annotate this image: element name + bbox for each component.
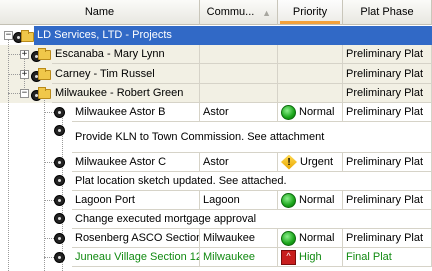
- expand-group-toggle[interactable]: +: [20, 70, 29, 79]
- project-community: Astor: [203, 156, 229, 168]
- folder-icon: [38, 87, 51, 99]
- column-header-name[interactable]: Name: [0, 0, 200, 25]
- note-row[interactable]: Change executed mortgage approval: [72, 210, 432, 229]
- project-community: Astor: [203, 106, 229, 118]
- column-header-community-label: Commu...: [206, 6, 255, 18]
- tree-line: [44, 200, 54, 201]
- folder-icon: [21, 30, 34, 42]
- column-header-community[interactable]: Commu... ▲: [200, 0, 278, 25]
- project-community: Lagoon: [203, 194, 240, 206]
- sort-ascending-icon: ▲: [262, 8, 271, 18]
- note-row[interactable]: Plat location sketch updated. See attach…: [72, 172, 432, 191]
- root-name-cell: LD Services, LTD - Projects: [34, 26, 200, 45]
- project-name: Milwaukee Astor B: [75, 106, 166, 118]
- tree-line: [44, 100, 45, 271]
- priority-normal-icon: [281, 230, 296, 246]
- group-phase: Preliminary Plat: [346, 48, 424, 60]
- project-name: Lagoon Port: [75, 194, 135, 206]
- clock-icon: [54, 175, 65, 186]
- collapse-group-toggle[interactable]: −: [20, 89, 29, 98]
- clock-icon: [54, 125, 65, 136]
- folder-icon: [38, 68, 51, 80]
- project-phase: Preliminary Plat: [346, 106, 424, 118]
- clock-icon: [54, 195, 65, 206]
- project-phase: Preliminary Plat: [346, 232, 424, 244]
- collapse-root-toggle[interactable]: −: [4, 31, 13, 40]
- clock-icon: [54, 233, 65, 244]
- tree-line: [44, 238, 54, 239]
- priority-normal-icon: [281, 192, 296, 208]
- note-text: Provide KLN to Town Commission. See atta…: [75, 131, 325, 143]
- project-name: Rosenberg ASCO Section: [75, 232, 200, 244]
- tree-row-group[interactable]: Escanaba - Mary Lynn Preliminary Plat: [0, 45, 432, 64]
- folder-icon: [38, 48, 51, 60]
- tree-row-group[interactable]: Milwaukee - Robert Green Preliminary Pla…: [0, 84, 432, 103]
- group-phase: Preliminary Plat: [346, 67, 424, 80]
- project-community: Milwaukee: [203, 232, 255, 244]
- note-text: Plat location sketch updated. See attach…: [75, 175, 287, 187]
- clock-icon: [54, 252, 65, 263]
- column-header-priority[interactable]: Priority: [278, 0, 343, 25]
- clock-icon: [54, 213, 65, 224]
- project-priority: Normal: [299, 232, 335, 244]
- tree-line: [44, 257, 54, 258]
- group-name: Milwaukee - Robert Green: [55, 87, 184, 99]
- priority-urgent-icon: !: [281, 154, 297, 170]
- tree-line: [44, 162, 54, 163]
- group-name: Escanaba - Mary Lynn: [55, 48, 165, 60]
- note-text: Change executed mortgage approval: [75, 213, 257, 225]
- tree-row-group[interactable]: Carney - Tim Russel Preliminary Plat: [0, 64, 432, 84]
- tree-row-root[interactable]: LD Services, LTD - Projects: [0, 26, 432, 45]
- project-priority: High: [299, 251, 322, 263]
- column-hover-indicator: [280, 21, 340, 24]
- clock-icon: [54, 107, 65, 118]
- group-phase: Preliminary Plat: [346, 87, 424, 99]
- priority-normal-icon: [281, 104, 296, 120]
- project-name: Juneau Village Section 12: [75, 251, 200, 263]
- column-header-name-label: Name: [84, 6, 115, 18]
- project-community: Milwaukee: [203, 251, 255, 263]
- group-name: Carney - Tim Russel: [55, 67, 155, 80]
- project-name: Milwaukee Astor C: [75, 156, 167, 168]
- project-phase: Preliminary Plat: [346, 156, 424, 168]
- column-header-phase[interactable]: Plat Phase: [343, 0, 432, 25]
- project-phase: Final Plat: [346, 251, 392, 263]
- clock-icon: [54, 157, 65, 168]
- tree-line: [44, 112, 54, 113]
- column-header-phase-label: Plat Phase: [360, 6, 414, 18]
- project-priority: Urgent: [300, 156, 334, 168]
- project-priority: Normal: [299, 194, 335, 206]
- project-phase: Preliminary Plat: [346, 194, 424, 206]
- root-name: LD Services, LTD - Projects: [37, 29, 172, 41]
- note-row[interactable]: Provide KLN to Town Commission. See atta…: [72, 122, 432, 153]
- expand-group-toggle[interactable]: +: [20, 50, 29, 59]
- tree-line: [62, 118, 63, 271]
- priority-high-icon: ^: [281, 249, 296, 265]
- project-priority: Normal: [299, 106, 335, 118]
- column-header-priority-label: Priority: [292, 6, 328, 18]
